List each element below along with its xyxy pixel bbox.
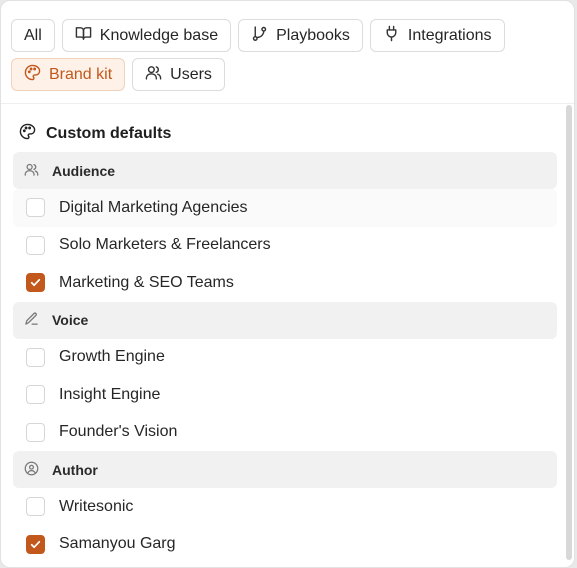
tab-label: All: [24, 26, 42, 44]
tab-label: Knowledge base: [99, 26, 219, 44]
plug-icon: [383, 25, 400, 47]
option-item[interactable]: Founder's Vision: [13, 414, 557, 452]
check-icon: [30, 279, 41, 287]
option-label: Marketing & SEO Teams: [59, 273, 234, 291]
checkbox[interactable]: [26, 235, 45, 255]
tab-knowledge-base[interactable]: Knowledge base: [61, 19, 232, 52]
option-label: Growth Engine: [59, 348, 165, 366]
scrollbar[interactable]: [566, 105, 572, 560]
group-header-author[interactable]: Author: [13, 451, 557, 488]
checkbox[interactable]: [26, 497, 45, 517]
book-icon: [75, 25, 92, 47]
user-circle-icon: [24, 461, 39, 479]
palette-icon: [19, 123, 36, 145]
brand-kit-panel: All Knowledge base Playbooks Integration…: [0, 0, 575, 568]
tab-all[interactable]: All: [11, 19, 55, 52]
tab-integrations[interactable]: Integrations: [369, 19, 505, 52]
branch-icon: [251, 25, 268, 47]
group-label: Author: [52, 461, 98, 478]
group-header-voice[interactable]: Voice: [13, 301, 557, 339]
filter-tabs: All Knowledge base Playbooks Integration…: [11, 19, 551, 97]
checkbox[interactable]: [26, 347, 45, 367]
check-icon: [30, 540, 41, 548]
checkbox-checked[interactable]: [26, 534, 45, 554]
tab-label: Playbooks: [276, 26, 350, 44]
option-item[interactable]: Marketing & SEO Teams: [13, 264, 557, 302]
tab-playbooks[interactable]: Playbooks: [238, 19, 363, 52]
palette-icon: [24, 64, 41, 86]
group-header-audience[interactable]: Audience: [13, 152, 557, 189]
defaults-list: Audience Digital Marketing Agencies Solo…: [13, 152, 557, 563]
section-title-text: Custom defaults: [46, 125, 172, 142]
option-item[interactable]: Writesonic: [13, 488, 557, 526]
checkbox[interactable]: [26, 198, 45, 218]
checkbox[interactable]: [26, 422, 45, 442]
tab-label: Brand kit: [49, 65, 113, 83]
tab-label: Users: [170, 65, 212, 83]
checkbox-checked[interactable]: [26, 273, 45, 293]
option-label: Solo Marketers & Freelancers: [59, 236, 271, 254]
option-label: Writesonic: [59, 497, 134, 515]
option-item[interactable]: Samanyou Garg: [13, 526, 557, 564]
option-item[interactable]: Growth Engine: [13, 339, 557, 377]
tab-users[interactable]: Users: [132, 58, 225, 91]
users-icon: [24, 162, 39, 180]
section-title: Custom defaults: [19, 123, 171, 145]
option-item[interactable]: Solo Marketers & Freelancers: [13, 227, 557, 265]
option-label: Digital Marketing Agencies: [59, 198, 248, 216]
option-item[interactable]: Digital Marketing Agencies: [13, 189, 557, 227]
divider: [1, 103, 574, 104]
group-label: Audience: [52, 162, 116, 179]
group-label: Voice: [52, 312, 89, 328]
checkbox[interactable]: [26, 385, 45, 405]
option-label: Samanyou Garg: [59, 535, 176, 553]
option-label: Founder's Vision: [59, 423, 178, 441]
users-icon: [145, 64, 162, 86]
option-label: Insight Engine: [59, 385, 161, 403]
tab-brand-kit[interactable]: Brand kit: [11, 58, 126, 91]
option-item[interactable]: Insight Engine: [13, 376, 557, 414]
pen-icon: [24, 311, 39, 329]
tab-label: Integrations: [407, 26, 492, 44]
